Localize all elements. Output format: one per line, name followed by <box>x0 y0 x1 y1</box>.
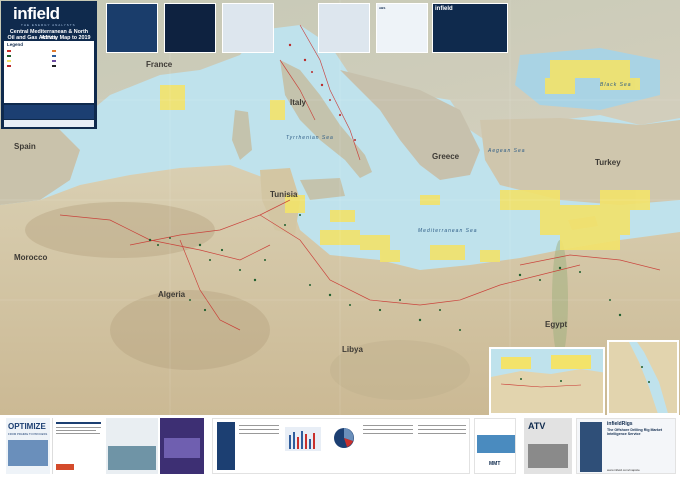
country-label-tunisia: Tunisia <box>270 190 298 199</box>
footer-ad-drilling: infieldRigs The Offshore Drilling Rig Ma… <box>576 418 676 474</box>
sea-label-tyrrhenian: Tyrrhenian Sea <box>286 135 334 141</box>
footer-ad-optimize: OPTIMIZE FROM PRAIRIE TO PROCESS <box>6 418 50 474</box>
atlas-shade <box>25 202 215 258</box>
title-mini-ad <box>4 120 94 127</box>
top-ad-2 <box>164 3 216 53</box>
country-label-libya: Libya <box>342 345 363 354</box>
top-ad-1 <box>106 3 158 53</box>
sea-label-mediterranean: Mediterranean Sea <box>418 228 478 234</box>
inset-map-nile-delta <box>489 347 605 415</box>
infield-logo: infield <box>13 4 60 23</box>
inset-map-gulf-of-suez <box>607 340 679 415</box>
footer-report-panel <box>212 418 470 474</box>
top-ad-3 <box>222 3 274 53</box>
map-poster: France Spain Italy Greece Turkey Morocco… <box>0 0 680 477</box>
top-ad-abs: ABS <box>376 3 428 53</box>
drilling-title: The Offshore Drilling Rig Market Intelli… <box>607 428 663 436</box>
legend-swatch-discovery <box>7 65 12 68</box>
country-label-egypt: Egypt <box>545 320 568 329</box>
optimize-title: OPTIMIZE <box>8 422 46 431</box>
inset-map-gulf-of-suez-drawing <box>609 342 677 413</box>
legend-title: Legend <box>7 42 24 47</box>
legend-swatch-gas <box>52 50 57 53</box>
legend-swatch-terminal <box>52 55 57 58</box>
optimize-image <box>8 440 48 466</box>
country-label-morocco: Morocco <box>14 253 48 262</box>
country-label-italy: Italy <box>290 98 307 107</box>
footer-ad-atv: ATV <box>524 418 572 474</box>
title-ad-banner <box>4 105 94 119</box>
legend-swatch-pipeline <box>7 50 12 53</box>
legend-swatch-block <box>7 60 12 63</box>
sea-label-black: Black Sea <box>600 82 632 88</box>
logo-tagline: THE ENERGY ANALYSTS <box>21 23 76 27</box>
footer-ad-strip: OPTIMIZE FROM PRAIRIE TO PROCESS MMT ATV… <box>0 415 680 477</box>
footer-ad-mmt: MMT <box>474 418 516 474</box>
drilling-logo: infieldRigs <box>607 421 633 427</box>
country-label-spain: Spain <box>14 142 36 151</box>
country-label-greece: Greece <box>432 152 460 161</box>
hoggar-shade <box>110 290 270 370</box>
country-label-france: France <box>146 60 173 69</box>
legend-swatch-refinery <box>52 60 57 63</box>
rig-image <box>580 422 602 472</box>
country-label-turkey: Turkey <box>595 158 621 167</box>
top-ad-4 <box>318 3 370 53</box>
legend-box: Legend <box>4 41 94 103</box>
footer-ad-text <box>52 418 104 474</box>
footer-ad-purple <box>160 418 204 474</box>
mmt-label: MMT <box>489 461 501 467</box>
sea-label-aegean: Aegean Sea <box>488 148 526 154</box>
inset-map-nile-delta-drawing <box>491 349 603 413</box>
optimize-sub: FROM PRAIRIE TO PROCESS <box>8 432 48 436</box>
country-label-algeria: Algeria <box>158 290 186 299</box>
legend-swatch-field <box>7 55 12 58</box>
report-bar-chart <box>285 427 321 451</box>
drilling-website: www.infield.com/mapsite <box>607 468 640 472</box>
legend-swatch-platform <box>52 65 57 68</box>
title-panel: infield THE ENERGY ANALYSTS Central Medi… <box>1 1 97 129</box>
atv-label: ATV <box>528 421 546 431</box>
report-pie-chart <box>333 427 355 449</box>
top-ad-infield: infield <box>432 3 508 53</box>
footer-ad-landscape <box>106 418 158 474</box>
